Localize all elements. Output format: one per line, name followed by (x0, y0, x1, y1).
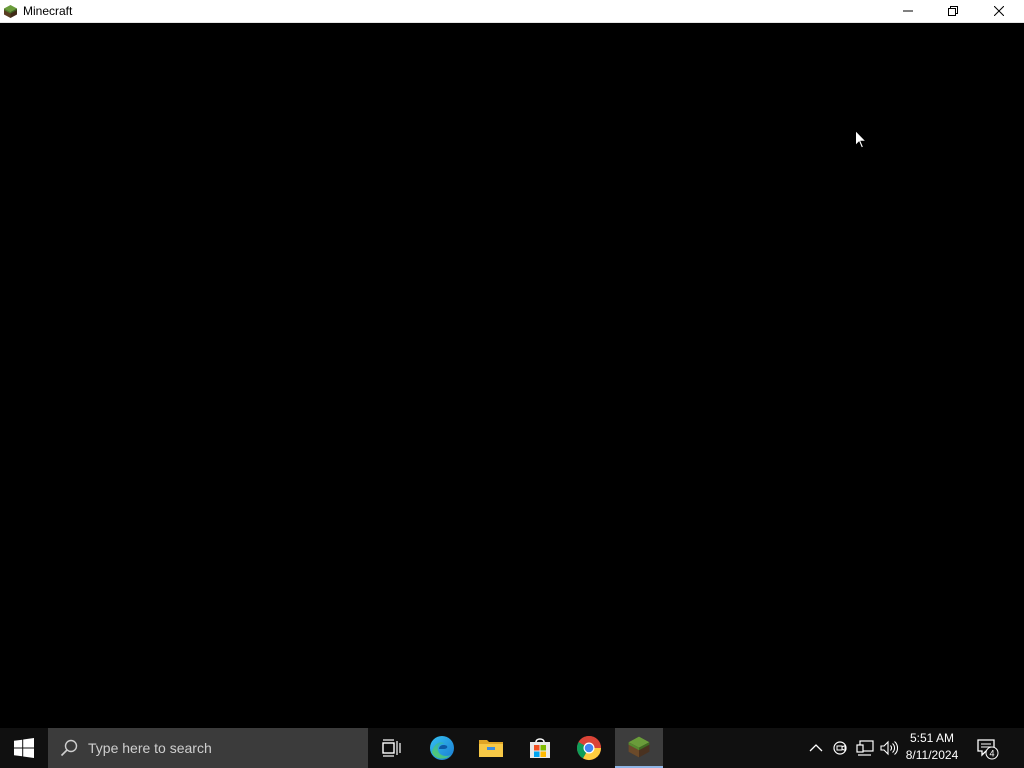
clock-time: 5:51 AM (909, 731, 955, 745)
chevron-up-icon (809, 744, 823, 752)
search-icon (60, 739, 78, 757)
notification-count-badge: 4 (989, 749, 994, 759)
window-title: Minecraft (23, 4, 73, 18)
task-view-icon (382, 739, 401, 757)
minecraft-grass-block-icon (628, 736, 650, 758)
edge-taskbar-button[interactable] (418, 728, 466, 768)
windows-logo-icon (14, 738, 34, 758)
meet-now-button[interactable] (831, 738, 851, 758)
meet-now-icon (833, 741, 847, 755)
chrome-taskbar-button[interactable] (565, 728, 613, 768)
task-view-button[interactable] (368, 728, 416, 768)
clock-date: 8/11/2024 (905, 748, 959, 762)
volume-icon (880, 740, 898, 756)
taskbar: Type here to search 5:51 AM 8/11/2024 4 (0, 728, 1024, 768)
folder-icon (479, 740, 503, 757)
action-center-button[interactable]: 4 (973, 734, 1001, 762)
network-icon (856, 740, 874, 756)
show-hidden-icons-button[interactable] (806, 738, 826, 758)
start-button[interactable] (0, 728, 48, 768)
search-placeholder: Type here to search (88, 740, 212, 756)
minimize-icon (903, 10, 913, 12)
store-icon (530, 738, 550, 758)
taskbar-search-box[interactable]: Type here to search (48, 728, 368, 768)
mouse-cursor-icon (855, 130, 867, 149)
edge-icon (430, 736, 454, 760)
minecraft-taskbar-button[interactable] (615, 728, 663, 768)
file-explorer-taskbar-button[interactable] (467, 728, 515, 768)
restore-icon (948, 6, 958, 16)
chrome-icon (576, 735, 601, 761)
window-titlebar[interactable]: Minecraft (0, 0, 1024, 23)
minimize-button[interactable] (885, 0, 931, 22)
taskbar-clock[interactable]: 5:51 AM 8/11/2024 (901, 730, 963, 766)
restore-button[interactable] (930, 0, 976, 22)
notification-icon: 4 (977, 739, 999, 760)
store-taskbar-button[interactable] (516, 728, 564, 768)
close-button[interactable] (976, 0, 1022, 22)
game-viewport[interactable] (0, 23, 1024, 728)
network-button[interactable] (855, 738, 875, 758)
close-icon (994, 6, 1004, 16)
volume-button[interactable] (879, 738, 899, 758)
minecraft-grass-block-icon (4, 5, 17, 18)
